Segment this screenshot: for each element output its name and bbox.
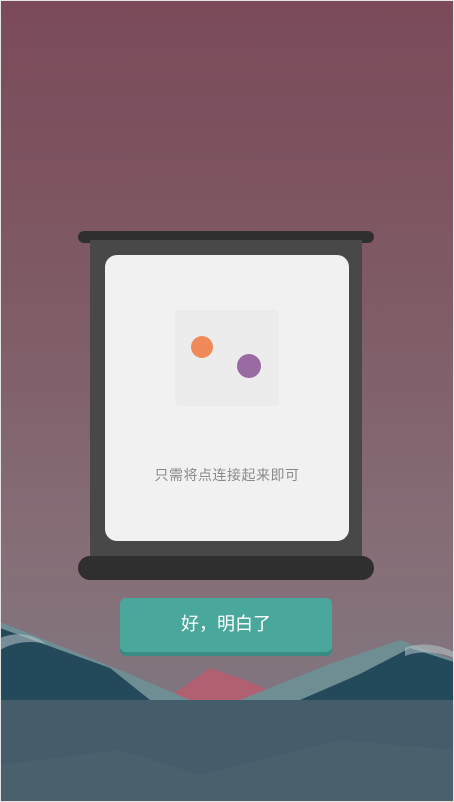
tutorial-instruction: 只需将点连接起来即可: [154, 468, 300, 484]
got-it-button[interactable]: 好，明白了: [120, 598, 332, 652]
orange-dot-icon: [191, 336, 213, 358]
tutorial-preview: [175, 310, 279, 406]
purple-dot-icon: [237, 354, 261, 378]
scroll-bottom-rod: [78, 556, 374, 580]
game-screen: 只需将点连接起来即可 好，明白了: [0, 0, 454, 802]
tutorial-card: 只需将点连接起来即可: [105, 255, 349, 541]
